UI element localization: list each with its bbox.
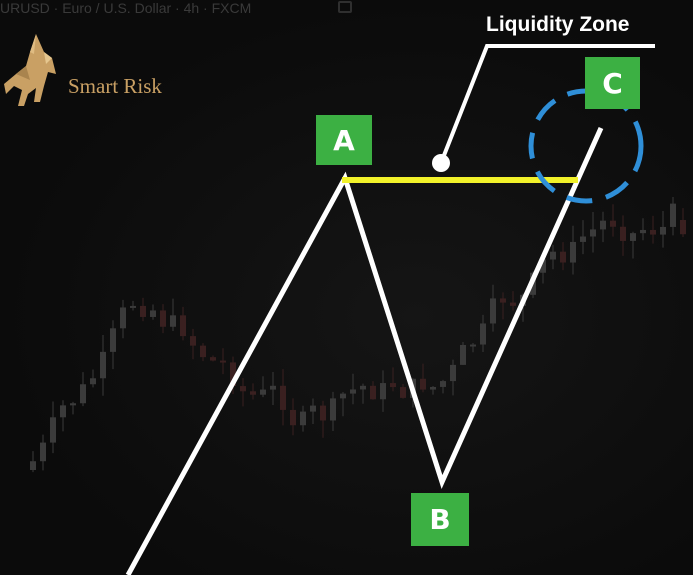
point-b-label: B — [411, 493, 469, 546]
price-path — [125, 126, 604, 575]
point-c-label: C — [585, 57, 640, 109]
liquidity-zone-label: Liquidity Zone — [486, 13, 630, 36]
point-a-label: A — [316, 115, 372, 165]
chart-canvas: URUSD · Euro / U.S. Dollar · 4h · FXCM S… — [0, 0, 693, 575]
callout-dot — [432, 154, 450, 172]
